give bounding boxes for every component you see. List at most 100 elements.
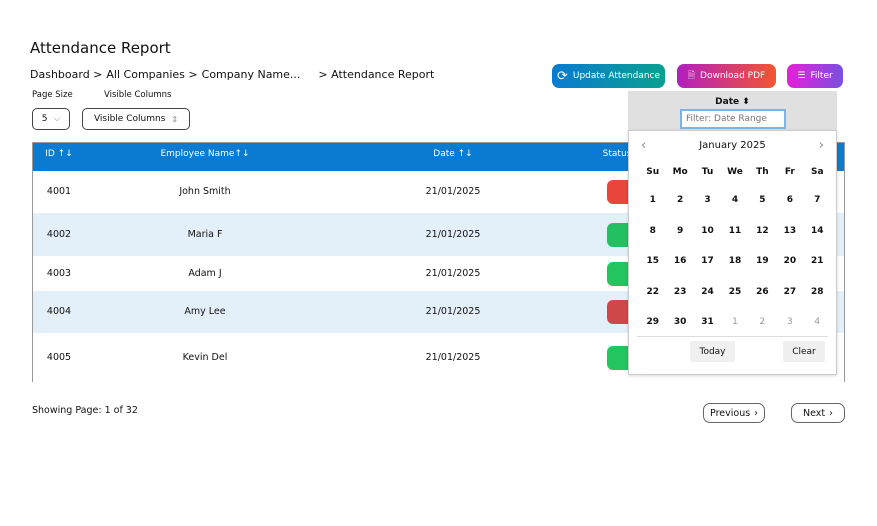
calendar-day[interactable]: 17 <box>694 246 721 277</box>
weekday-label: Fr <box>784 167 795 177</box>
update-label: Update Attendance <box>572 71 661 81</box>
calendar-day[interactable]: 24 <box>694 277 721 308</box>
calendar-day-next-month[interactable]: 2 <box>749 307 776 338</box>
calendar-day[interactable]: 31 <box>694 307 721 338</box>
cell-employee-name: Maria F <box>187 228 223 240</box>
page-size-label: Page Size <box>32 90 73 100</box>
filter-button[interactable]: ☰ Filter <box>787 64 843 88</box>
sort-icon: ⬍ <box>742 97 750 107</box>
cell-employee-name: John Smith <box>179 186 231 197</box>
calendar-day[interactable]: 7 <box>804 185 831 216</box>
cell-employee-name: Amy Lee <box>184 306 226 317</box>
pdf-file-icon: 🗎 <box>687 71 696 81</box>
header-date[interactable]: Date ↑↓ <box>433 149 472 159</box>
today-button[interactable]: Today <box>690 341 735 362</box>
calendar-day[interactable]: 2 <box>666 185 693 216</box>
filter-label: Filter <box>810 71 833 81</box>
breadcrumb-dashboard[interactable]: Dashboard > <box>30 68 102 81</box>
cell-date: 21/01/2025 <box>425 351 481 363</box>
sort-icon: ⇕ <box>171 114 179 124</box>
weekday-label: Th <box>756 167 769 177</box>
date-filter-panel: Date ⬍ <box>628 91 837 131</box>
calendar-day[interactable]: 23 <box>666 277 693 308</box>
breadcrumb: Dashboard > All Companies > Company Name..… <box>30 68 438 81</box>
calendar-day[interactable]: 3 <box>694 185 721 216</box>
calendar-day[interactable]: 9 <box>666 216 693 247</box>
visible-columns-label: Visible Columns <box>104 90 172 100</box>
calendar-day[interactable]: 1 <box>639 185 666 216</box>
calendar-day-next-month[interactable]: 1 <box>721 307 748 338</box>
cell-date: 21/01/2025 <box>425 306 481 317</box>
calendar-day[interactable]: 19 <box>749 246 776 277</box>
chevron-down-icon: ⌵ <box>53 114 61 124</box>
divider <box>637 336 828 337</box>
visible-columns-text: Visible Columns <box>93 114 166 124</box>
header-employee-name[interactable]: Employee Name↑↓ <box>160 149 249 159</box>
calendar-day[interactable]: 21 <box>804 246 831 277</box>
calendar-day-next-month[interactable]: 4 <box>804 307 831 338</box>
date-picker: ‹ January 2025 › Su Mo Tu We Th Fr Sa 12345678… <box>628 130 837 375</box>
calendar-day[interactable]: 8 <box>639 216 666 247</box>
breadcrumb-current: > Attendance Report <box>318 68 435 81</box>
calendar-day[interactable]: 28 <box>804 277 831 308</box>
date-range-input[interactable] <box>680 109 786 129</box>
download-pdf-button[interactable]: 🗎 Download PDF <box>677 64 776 88</box>
next-label: Next <box>803 407 826 419</box>
weekday-label: Tu <box>701 167 714 177</box>
calendar-day[interactable]: 14 <box>804 216 831 247</box>
calendar-day[interactable]: 10 <box>694 216 721 247</box>
update-attendance-button[interactable]: ⟳ Update Attendance <box>552 64 665 88</box>
page-size-select[interactable]: 5 ⌵ <box>32 108 70 130</box>
calendar-day[interactable]: 13 <box>776 216 803 247</box>
calendar-day[interactable]: 29 <box>639 307 666 338</box>
chevron-right-icon: › <box>754 407 758 419</box>
chevron-right-icon: › <box>829 407 833 419</box>
weekday-label: We <box>727 167 743 177</box>
calendar-day[interactable]: 5 <box>749 185 776 216</box>
calendar-day[interactable]: 22 <box>639 277 666 308</box>
calendar-day[interactable]: 12 <box>749 216 776 247</box>
cell-employee-name: Kevin Del <box>182 351 228 363</box>
calendar-day[interactable]: 6 <box>776 185 803 216</box>
chevron-right-icon[interactable]: › <box>819 138 824 153</box>
cell-id: 4004 <box>46 306 72 317</box>
calendar-day[interactable]: 4 <box>721 185 748 216</box>
date-filter-header[interactable]: Date ⬍ <box>628 97 837 107</box>
cell-date: 21/01/2025 <box>425 228 481 240</box>
calendar-day[interactable]: 27 <box>776 277 803 308</box>
breadcrumb-all-companies[interactable]: All Companies > <box>106 68 197 81</box>
cell-date: 21/01/2025 <box>425 267 481 279</box>
weekday-label: Su <box>646 167 660 177</box>
calendar-day[interactable]: 11 <box>721 216 748 247</box>
calendar-day[interactable]: 20 <box>776 246 803 277</box>
date-header-text: Date <box>715 97 740 107</box>
page-size-value: 5 <box>41 114 48 124</box>
sliders-icon: ☰ <box>797 71 806 81</box>
calendar-day[interactable]: 26 <box>749 277 776 308</box>
header-id[interactable]: ID ↑↓ <box>45 149 73 159</box>
calendar-day[interactable]: 15 <box>639 246 666 277</box>
weekday-label: Sa <box>811 167 824 177</box>
weekday-label: Mo <box>672 167 688 177</box>
previous-label: Previous <box>710 407 751 419</box>
previous-button[interactable]: Previous › <box>703 403 765 423</box>
cell-id: 4002 <box>46 228 72 240</box>
pdf-label: Download PDF <box>700 71 766 81</box>
calendar-day-next-month[interactable]: 3 <box>776 307 803 338</box>
visible-columns-button[interactable]: Visible Columns ⇕ <box>82 108 190 130</box>
calendar-day[interactable]: 16 <box>666 246 693 277</box>
cell-id: 4003 <box>46 267 72 279</box>
next-button[interactable]: Next › <box>791 403 845 423</box>
cell-date: 21/01/2025 <box>425 186 481 197</box>
page-title: Attendance Report <box>30 39 171 57</box>
refresh-icon: ⟳ <box>556 68 568 84</box>
calendar-day[interactable]: 25 <box>721 277 748 308</box>
breadcrumb-company[interactable]: Company Name... <box>202 68 301 81</box>
clear-button[interactable]: Clear <box>783 341 825 362</box>
calendar-day[interactable]: 30 <box>666 307 693 338</box>
calendar-day[interactable]: 18 <box>721 246 748 277</box>
cell-id: 4005 <box>46 351 72 363</box>
cell-employee-name: Adam J <box>188 267 222 279</box>
calendar-month: January 2025 <box>699 140 766 151</box>
cell-id: 4001 <box>46 186 72 197</box>
